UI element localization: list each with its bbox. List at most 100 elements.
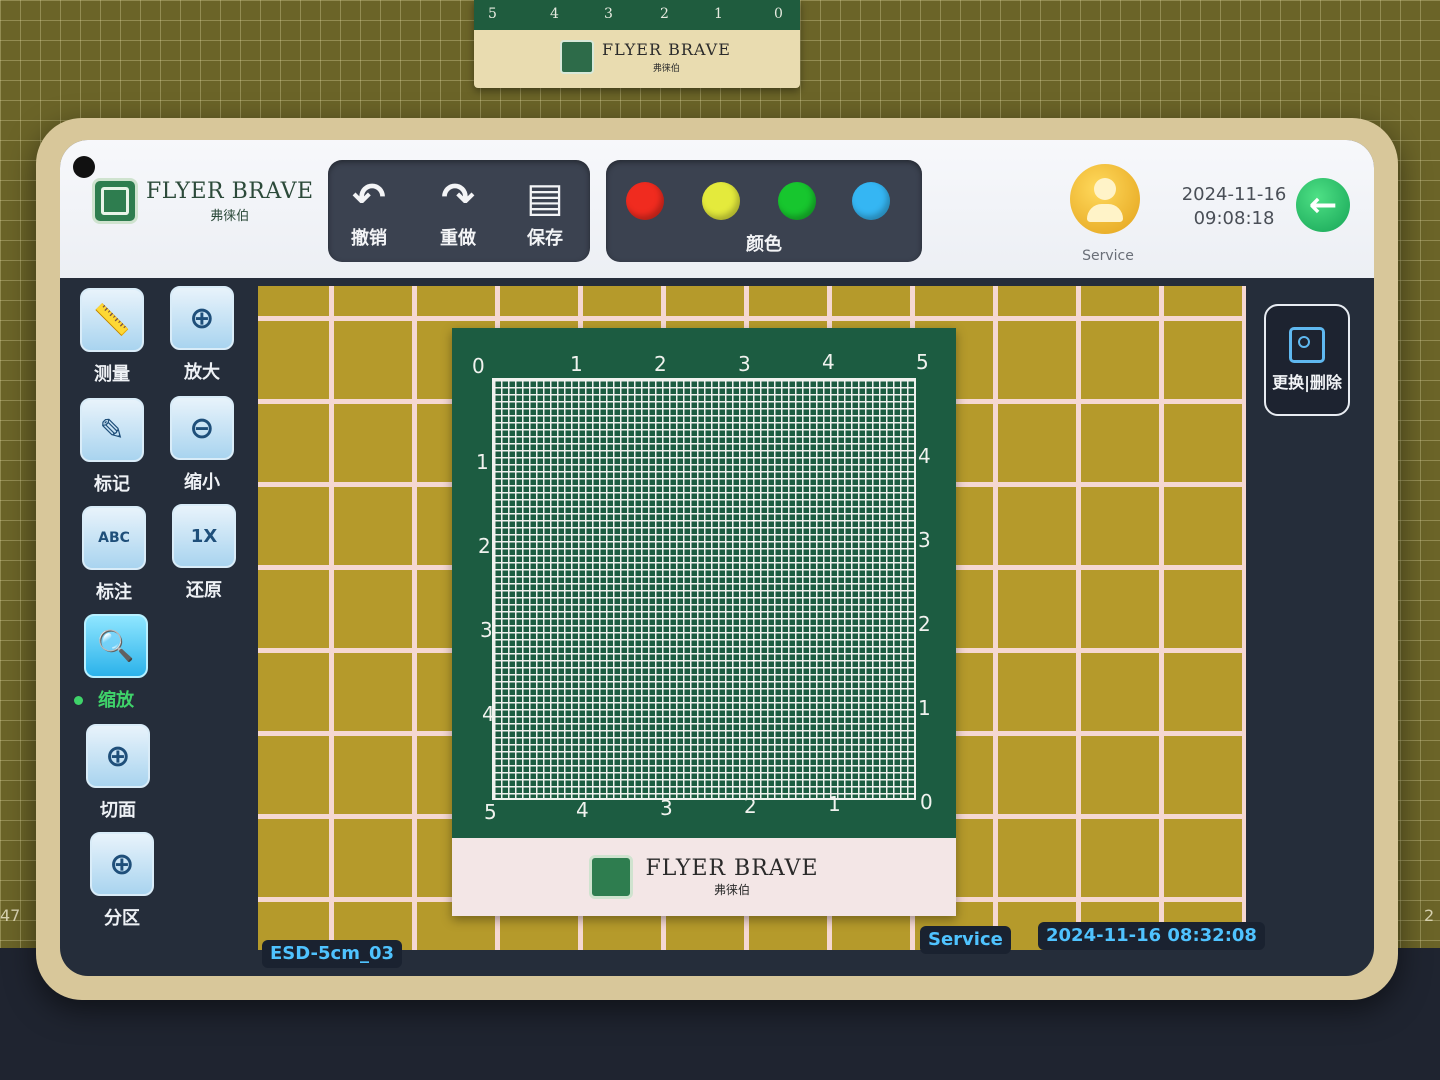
back-button[interactable]: ←: [1296, 178, 1350, 232]
ruler-number: 4: [550, 6, 559, 22]
zoom-in-label: 放大: [184, 362, 220, 383]
card-left-number: 1: [476, 450, 489, 474]
card-top-number: 0: [472, 354, 485, 378]
service-user-button[interactable]: [1070, 164, 1140, 234]
reference-brand-name: FLYER BRAVE: [602, 40, 731, 59]
card-brand-name: FLYER BRAVE: [645, 856, 819, 881]
zoom-reset-label: 还原: [186, 580, 222, 601]
color-label: 颜色: [746, 234, 782, 255]
reference-card-top: 5 4 3 2 1 0 FLYER BRAVE 弗徕伯: [474, 0, 800, 88]
text-label-icon: ABC: [82, 506, 146, 570]
ruler-number: 3: [604, 6, 613, 22]
zoom-out-icon: ⊖: [170, 396, 234, 460]
capture-timestamp: 2024-11-16 08:32:08: [1038, 922, 1265, 950]
card-right-number: 4: [918, 444, 931, 468]
mat-edge-label-left: 47: [0, 906, 21, 925]
mark-tool-button[interactable]: ✎ 标记: [72, 398, 152, 502]
file-name-tag: ESD-5cm_03: [262, 940, 403, 968]
crosshair-circle-icon: ⊕: [86, 724, 150, 788]
section-tool-button[interactable]: ⊕ 切面: [78, 724, 158, 828]
arrow-left-icon: ←: [1308, 185, 1338, 225]
card-left-number: 4: [482, 702, 495, 726]
card-brand-sub: 弗徕伯: [713, 883, 750, 897]
card-left-number: 3: [480, 618, 493, 642]
user-avatar-icon: [1094, 178, 1116, 200]
current-date: 2024-11-16: [1181, 184, 1287, 205]
card-bottom-number: 0: [920, 790, 933, 814]
card-top-number: 4: [822, 350, 835, 374]
zoom-out-label: 缩小: [184, 472, 220, 493]
camera-view[interactable]: 0 1 2 3 4 5 1 2 3 4 5 4 3 2 1 4 3 2 1 0 …: [258, 286, 1246, 950]
undo-label: 撤销: [351, 228, 387, 249]
zoom-in-button[interactable]: ⊕ 放大: [162, 286, 242, 390]
reference-brand: FLYER BRAVE 弗徕伯: [560, 40, 731, 74]
partition-tool-button[interactable]: ⊕ 分区: [82, 832, 162, 936]
image-swap-icon: [1289, 327, 1325, 363]
undo-icon: ↶: [352, 175, 386, 221]
mat-edge-label-right: 2: [1424, 906, 1435, 925]
measure-tool-button[interactable]: 📏 测量: [72, 288, 152, 392]
reference-brand-sub: 弗徕伯: [652, 64, 680, 74]
edit-toolbar: ↶ 撤销 ↷ 重做 ▤ 保存: [328, 160, 590, 262]
calibration-grid: [492, 378, 916, 800]
card-right-number: 2: [918, 612, 931, 636]
redo-button[interactable]: ↷ 重做: [423, 174, 493, 256]
ruler-number: 2: [660, 6, 669, 22]
color-swatch-red[interactable]: [626, 182, 664, 220]
color-swatch-green[interactable]: [778, 182, 816, 220]
ruler-number: 0: [774, 6, 783, 22]
brand-logo-icon: [92, 178, 138, 224]
save-button[interactable]: ▤ 保存: [510, 174, 580, 256]
mark-label: 标记: [94, 474, 130, 495]
color-toolbar: 颜色: [606, 160, 922, 262]
brand-logo-icon: [589, 855, 634, 899]
undo-button[interactable]: ↶ 撤销: [334, 174, 404, 256]
service-label: Service: [1082, 248, 1134, 264]
brand-subtitle: 弗徕伯: [210, 208, 250, 224]
card-top-number: 5: [916, 350, 929, 374]
redo-icon: ↷: [441, 175, 475, 221]
zoom-out-button[interactable]: ⊖ 缩小: [162, 396, 242, 500]
card-left-number: 5: [484, 800, 497, 824]
section-label: 切面: [100, 800, 136, 821]
color-swatch-yellow[interactable]: [702, 182, 740, 220]
ruler-number: 5: [488, 6, 497, 22]
partition-label: 分区: [104, 908, 140, 929]
brand-name: FLYER BRAVE: [146, 178, 314, 204]
card-right-number: 1: [918, 696, 931, 720]
redo-label: 重做: [440, 228, 476, 249]
reference-ruler: 5 4 3 2 1 0: [474, 0, 800, 30]
app-screen: FLYER BRAVE 弗徕伯 ↶ 撤销 ↷ 重做 ▤ 保存 颜色 Servic…: [60, 140, 1374, 976]
measure-label: 测量: [94, 364, 130, 385]
header-bar: FLYER BRAVE 弗徕伯 ↶ 撤销 ↷ 重做 ▤ 保存 颜色 Servic…: [60, 140, 1374, 278]
zoom-reset-icon: 1X: [172, 504, 236, 568]
zoom-label: 缩放: [98, 690, 134, 711]
card-right-number: 3: [918, 528, 931, 552]
ruler-icon: 📏: [80, 288, 144, 352]
zoom-tool-button[interactable]: 🔍 缩放: [76, 614, 156, 718]
zoom-icon: 🔍: [84, 614, 148, 678]
replace-delete-button[interactable]: 更换|删除: [1264, 304, 1350, 416]
current-time: 09:08:18: [1193, 208, 1275, 229]
save-icon: ▤: [526, 175, 564, 221]
card-top-number: 1: [570, 352, 583, 376]
annotate-tool-button[interactable]: ABC 标注: [74, 506, 154, 610]
calibration-card: 0 1 2 3 4 5 1 2 3 4 5 4 3 2 1 4 3 2 1 0 …: [452, 328, 956, 916]
card-bottom-number: 3: [660, 796, 673, 820]
brand-logo-icon: [560, 40, 594, 74]
card-bottom-number: 2: [744, 794, 757, 818]
quadrant-circle-icon: ⊕: [90, 832, 154, 896]
card-top-number: 3: [738, 352, 751, 376]
zoom-reset-button[interactable]: 1X 还原: [164, 504, 244, 608]
save-label: 保存: [527, 228, 563, 249]
color-swatch-blue[interactable]: [852, 182, 890, 220]
card-bottom-number: 4: [576, 798, 589, 822]
zoom-in-icon: ⊕: [170, 286, 234, 350]
card-top-number: 2: [654, 352, 667, 376]
front-camera: [73, 156, 95, 178]
annotate-label: 标注: [96, 582, 132, 603]
ruler-number: 1: [714, 6, 723, 22]
card-left-number: 2: [478, 534, 491, 558]
pencil-icon: ✎: [80, 398, 144, 462]
card-footer: FLYER BRAVE 弗徕伯: [452, 838, 956, 916]
